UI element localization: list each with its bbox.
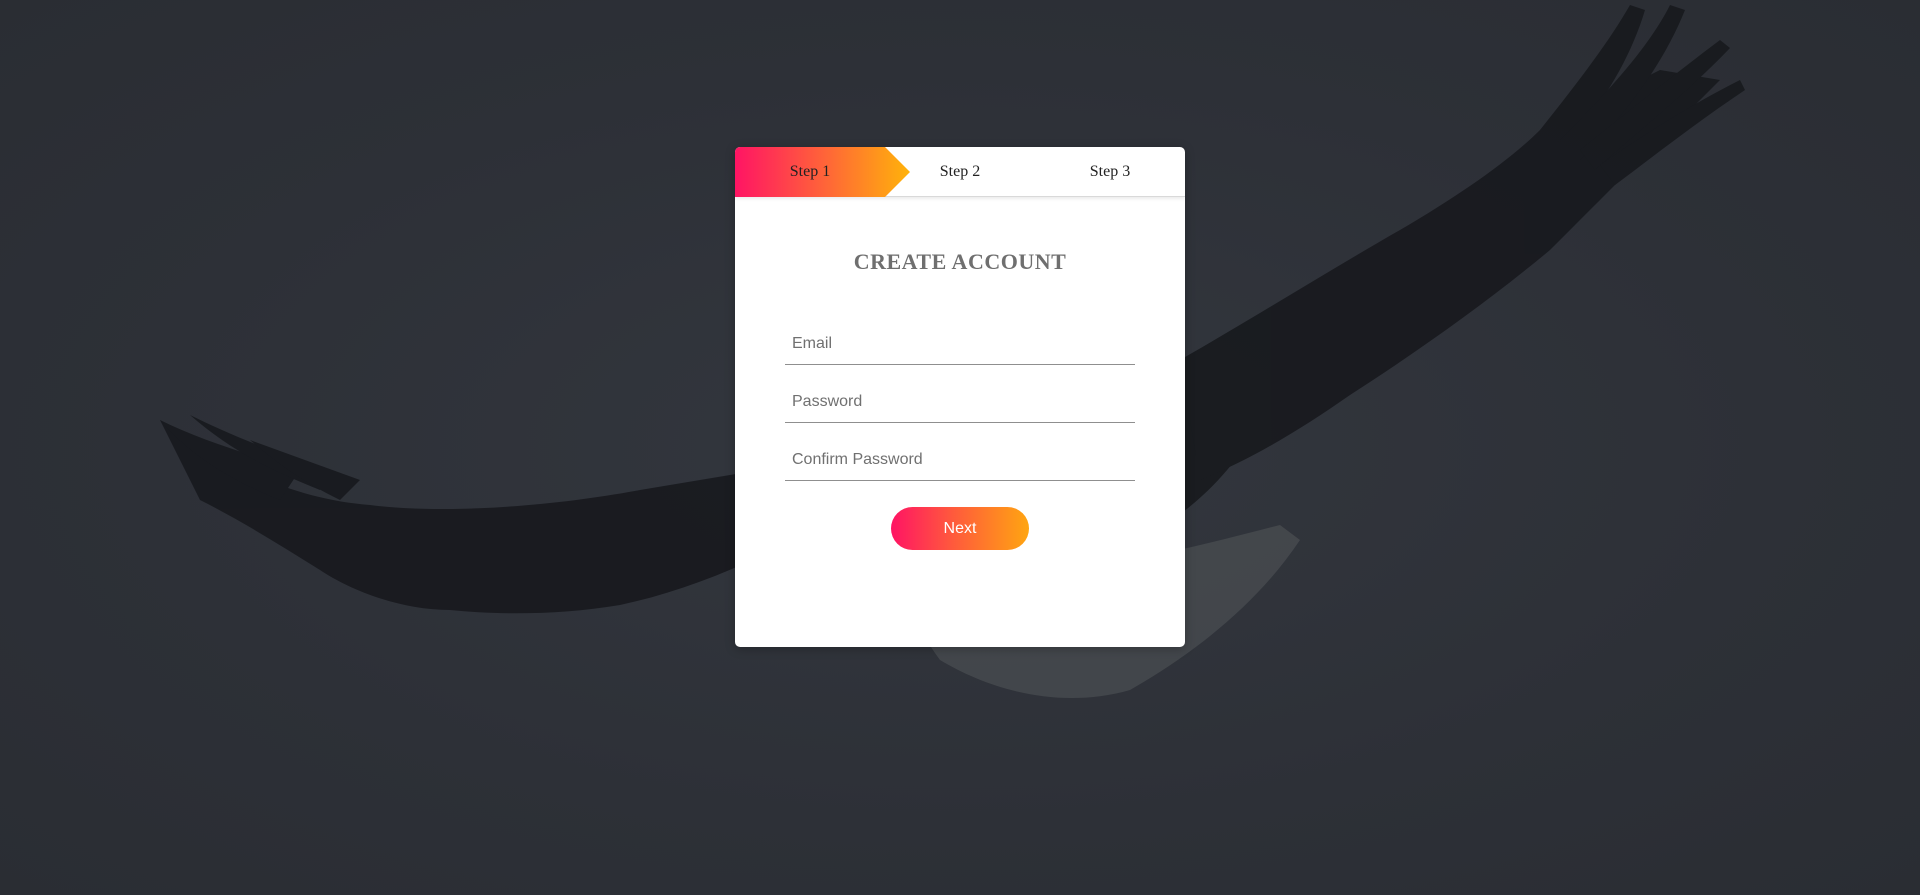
step-1-label: Step 1	[789, 162, 831, 180]
password-field[interactable]	[785, 382, 1135, 423]
signup-form	[785, 324, 1135, 481]
form-title: CREATE ACCOUNT	[853, 249, 1067, 274]
email-field[interactable]	[785, 324, 1135, 365]
step-2-label: Step 2	[939, 162, 981, 180]
confirm-password-field[interactable]	[785, 440, 1135, 481]
step-progress-bar: Step 1 Step 2 Step 3	[735, 147, 1185, 197]
step-3-label: Step 3	[1089, 162, 1131, 180]
step-1-tab[interactable]: Step 1	[735, 147, 885, 196]
next-button[interactable]: Next	[891, 507, 1029, 550]
step-2-tab[interactable]: Step 2	[885, 147, 1035, 196]
step-3-tab[interactable]: Step 3	[1035, 147, 1185, 196]
signup-card: Step 1 Step 2 Step 3 CREATE ACCOUNT Next	[735, 147, 1185, 647]
